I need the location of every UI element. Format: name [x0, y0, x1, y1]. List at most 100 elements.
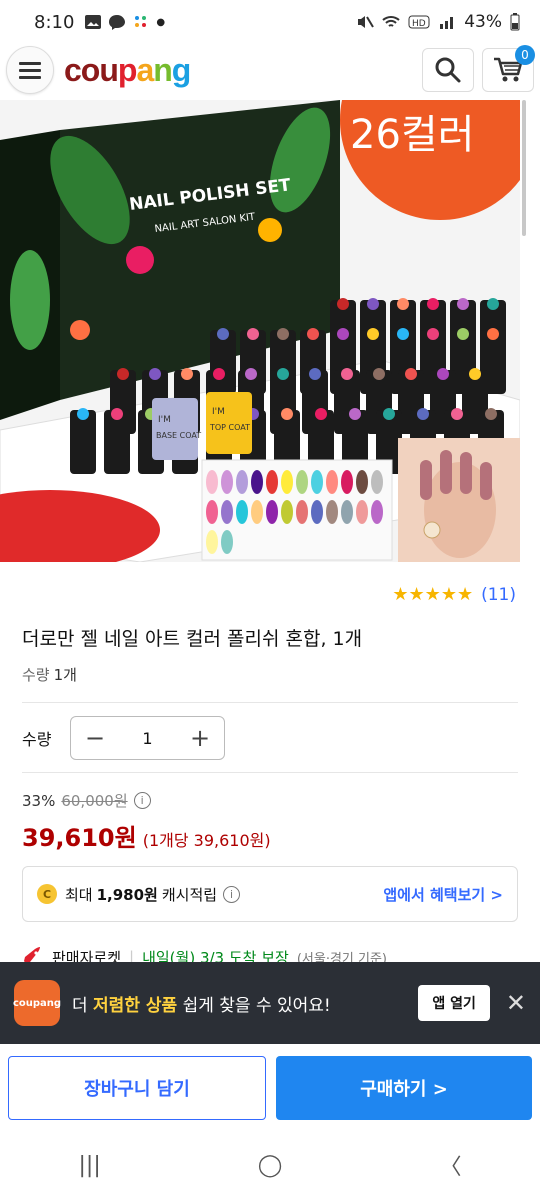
original-price: 60,000원 [61, 792, 128, 810]
price-line: 39,610원 (1개당 39,610원) [22, 818, 271, 853]
color-swatch [356, 500, 368, 524]
cash-reward-box[interactable]: C 최대 1,980원 캐시적립 i 앱에서 혜택보기 > [22, 866, 518, 922]
quantity-stepper[interactable]: − 1 + [70, 716, 225, 760]
status-time: 8:10 [34, 11, 75, 33]
bottle-color-dot [487, 328, 499, 340]
hamburger-icon [19, 62, 41, 79]
color-swatch [281, 470, 293, 494]
rating[interactable]: ★★★★★ (11) [392, 584, 516, 605]
top-coat-label: TOP COAT [209, 423, 250, 432]
bottle-color-dot [111, 408, 123, 420]
cart-count-badge: 0 [515, 45, 535, 65]
bottle-color-dot [457, 298, 469, 310]
banner-text-pre: 더 [72, 995, 88, 1016]
hd-icon: HD [408, 15, 430, 29]
logo-letter: n [153, 51, 173, 88]
svg-text:HD: HD [412, 19, 426, 29]
bottle-color-dot [213, 368, 225, 380]
coupang-logo[interactable]: coupang [64, 51, 192, 89]
search-icon [435, 57, 461, 83]
product-image[interactable]: NAIL POLISH SET NAIL ART SALON KIT 26컬러 … [0, 100, 520, 562]
color-swatch [206, 500, 218, 524]
home-button[interactable]: ◯ [258, 1153, 283, 1178]
logo-letter: g [171, 51, 192, 88]
buy-now-button[interactable]: 구매하기 > [276, 1056, 532, 1120]
bottle-color-dot [373, 368, 385, 380]
star-icon: ★ [392, 584, 409, 605]
add-to-cart-button[interactable]: 장바구니 담기 [8, 1056, 266, 1120]
base-coat-im: I'M [158, 415, 171, 425]
color-swatch [341, 470, 353, 494]
logo-letter: p [117, 51, 138, 88]
bottle-color-dot [427, 298, 439, 310]
bottle-color-dot [405, 368, 417, 380]
bottle-color-dot [397, 328, 409, 340]
system-nav-bar: ||| ◯ 〈 [0, 1130, 540, 1200]
bottle-color-dot [307, 328, 319, 340]
bottle-color-dot [437, 368, 449, 380]
top-coat-im: I'M [212, 407, 225, 417]
rating-stars: ★★★★★ [392, 584, 473, 605]
bottle-color-dot [337, 328, 349, 340]
star-icon: ★ [424, 584, 441, 605]
recent-apps-button[interactable]: ||| [79, 1153, 101, 1178]
star-icon: ★ [456, 584, 474, 605]
bottle-color-dot [247, 328, 259, 340]
dots-icon [135, 16, 147, 27]
bottle-color-dot [149, 368, 161, 380]
quantity-label: 수량 [22, 730, 52, 749]
coin-icon: C [37, 884, 57, 904]
battery-icon [510, 13, 520, 31]
header: coupang 0 [0, 44, 540, 96]
product-title: 더로만 젤 네일 아트 컬러 폴리쉬 혼합, 1개 [22, 628, 363, 650]
bottle-color-dot [277, 328, 289, 340]
dot-icon: ● [156, 16, 166, 28]
info-icon[interactable]: i [223, 885, 241, 903]
close-icon[interactable]: ✕ [506, 989, 526, 1017]
status-bar: 8:10 ● HD 43% [0, 0, 540, 44]
minus-button[interactable]: − [83, 724, 107, 752]
color-swatch [206, 470, 218, 494]
app-benefit-link[interactable]: 앱에서 혜택보기 > [383, 884, 503, 905]
color-swatch [221, 470, 233, 494]
bottle-color-dot [397, 298, 409, 310]
bottle-color-dot [341, 368, 353, 380]
review-count[interactable]: (11) [481, 585, 516, 605]
scrollbar[interactable] [522, 100, 526, 236]
bottle-color-dot [245, 368, 257, 380]
logo-letter: u [99, 51, 119, 88]
color-swatch [206, 530, 218, 554]
bottle-color-dot [469, 368, 481, 380]
messenger-icon [109, 15, 126, 30]
cash-prefix: 최대 [65, 885, 93, 904]
cart-button[interactable]: 0 [482, 45, 535, 92]
bottle-color-dot [281, 408, 293, 420]
bottle-color-dot [315, 408, 327, 420]
banner-text: 더 저렴한 상품 쉽게 찾을 수 있어요! [72, 991, 331, 1016]
color-swatch [341, 500, 353, 524]
wifi-icon [382, 16, 400, 27]
mute-icon [358, 16, 375, 28]
menu-button[interactable] [6, 46, 54, 94]
unit-price: (1개당 39,610원) [142, 831, 271, 850]
bottle-color-dot [349, 408, 361, 420]
quantity-value[interactable]: 1 [142, 729, 152, 748]
info-icon[interactable]: i [133, 792, 151, 809]
product-quantity-value: 1개 [53, 666, 77, 684]
open-app-button[interactable]: 앱 열기 [418, 985, 490, 1021]
sale-price: 39,610원 [22, 824, 137, 852]
color-swatch [221, 530, 233, 554]
color-swatch [281, 500, 293, 524]
bottle-color-dot [485, 408, 497, 420]
plus-button[interactable]: + [188, 724, 212, 752]
search-button[interactable] [422, 48, 474, 92]
bottle-color-dot [77, 408, 89, 420]
bottle-color-dot [181, 368, 193, 380]
bottle-color-dot [487, 298, 499, 310]
product-photo: NAIL POLISH SET NAIL ART SALON KIT 26컬러 … [0, 100, 520, 562]
back-button[interactable]: 〈 [439, 1149, 461, 1181]
bottle-color-dot [451, 408, 463, 420]
color-swatch [296, 500, 308, 524]
color-swatch [236, 470, 248, 494]
logo-letter: o [80, 51, 101, 88]
